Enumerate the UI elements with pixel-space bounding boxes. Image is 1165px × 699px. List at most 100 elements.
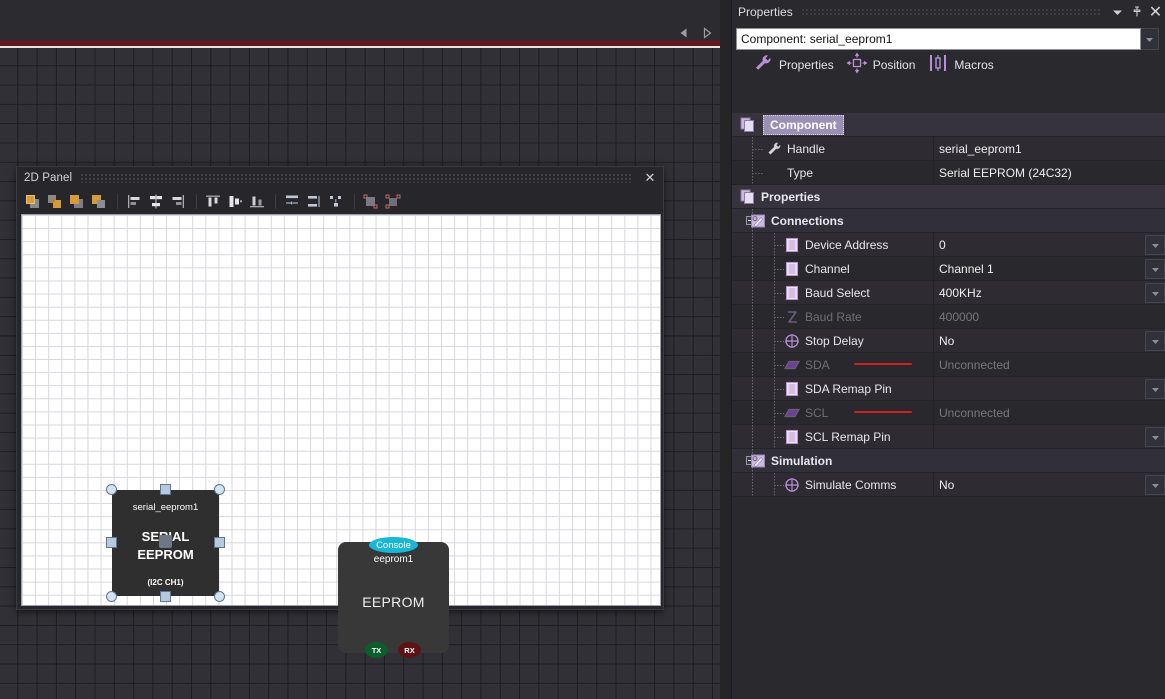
property-row[interactable]: Handle serial_eeprom1 bbox=[732, 136, 1165, 161]
property-row[interactable]: Channel Channel 1 bbox=[732, 256, 1165, 281]
property-group-row[interactable]: Connections bbox=[732, 208, 1165, 233]
property-label: Baud Rate bbox=[805, 309, 862, 324]
group-objects-icon[interactable] bbox=[361, 192, 381, 211]
property-section-row[interactable]: Properties bbox=[732, 185, 1165, 209]
property-dropdown-icon[interactable] bbox=[1145, 475, 1165, 495]
property-dropdown-icon[interactable] bbox=[1145, 259, 1165, 279]
property-value-cell[interactable]: No bbox=[933, 473, 1165, 497]
property-value-cell[interactable] bbox=[933, 425, 1165, 449]
align-left-icon[interactable] bbox=[124, 192, 144, 211]
properties-drag-grip[interactable] bbox=[800, 7, 1100, 17]
resize-handle-middle-right[interactable] bbox=[214, 537, 225, 548]
property-section-row[interactable]: Component bbox=[732, 113, 1165, 137]
property-value: Unconnected bbox=[939, 358, 1010, 372]
property-row[interactable]: SCL Remap Pin bbox=[732, 424, 1165, 449]
ungroup-objects-icon[interactable] bbox=[383, 192, 403, 211]
property-row[interactable]: SDA Remap Pin bbox=[732, 376, 1165, 401]
bring-forward-icon[interactable] bbox=[67, 192, 87, 211]
nav-next-icon[interactable] bbox=[700, 26, 714, 40]
tab-macros[interactable]: Macros bbox=[923, 52, 997, 79]
panel-close-icon[interactable]: ✕ bbox=[1146, 2, 1165, 22]
2d-panel-titlebar[interactable]: 2D Panel ✕ bbox=[17, 167, 663, 189]
nav-prev-icon[interactable] bbox=[677, 26, 691, 40]
circle-plus-icon bbox=[784, 477, 800, 493]
resize-handle-bottom-right[interactable] bbox=[214, 591, 225, 602]
resize-handle-top-right[interactable] bbox=[214, 484, 225, 495]
property-row[interactable]: Stop Delay No bbox=[732, 328, 1165, 353]
property-value-cell[interactable]: Unconnected bbox=[933, 353, 1165, 377]
property-row[interactable]: Device Address 0 bbox=[732, 232, 1165, 257]
align-bottom-icon[interactable] bbox=[247, 192, 267, 211]
circle-plus-icon bbox=[784, 333, 800, 349]
property-value: 400KHz bbox=[939, 286, 982, 300]
property-dropdown-icon[interactable] bbox=[1145, 379, 1165, 399]
distribute-horizontal-icon[interactable] bbox=[282, 192, 302, 211]
send-backward-icon[interactable] bbox=[89, 192, 109, 211]
property-label: SDA Remap Pin bbox=[805, 381, 892, 396]
property-value-cell[interactable]: Channel 1 bbox=[933, 257, 1165, 281]
property-row[interactable]: SCL Unconnected bbox=[732, 400, 1165, 425]
send-to-back-icon[interactable] bbox=[45, 192, 65, 211]
component-center-handle[interactable] bbox=[159, 535, 172, 548]
resize-handle-bottom-left[interactable] bbox=[106, 591, 117, 602]
property-group-row[interactable]: Simulation bbox=[732, 448, 1165, 473]
console-title-label: EEPROM bbox=[362, 594, 425, 610]
panel-pin-icon[interactable] bbox=[1127, 2, 1146, 22]
property-row[interactable]: Baud Select 400KHz bbox=[732, 280, 1165, 305]
property-dropdown-icon[interactable] bbox=[1145, 235, 1165, 255]
property-value-cell[interactable]: No bbox=[933, 329, 1165, 353]
component-eeprom1-console[interactable]: Console eeprom1 EEPROM TX RX bbox=[338, 537, 449, 658]
align-middle-vertical-icon[interactable] bbox=[225, 192, 245, 211]
main-design-area: 2D Panel ✕ serial_eeprom1 EEPROM (I2C CH… bbox=[0, 0, 720, 699]
parallelogram-icon bbox=[783, 405, 801, 421]
z-icon bbox=[784, 309, 800, 325]
resize-handle-middle-left[interactable] bbox=[106, 537, 117, 548]
toolbar-separator bbox=[275, 193, 276, 209]
align-center-horizontal-icon[interactable] bbox=[146, 192, 166, 211]
selected-section-highlight[interactable]: Component bbox=[763, 114, 844, 135]
component-selector-dropdown-icon[interactable] bbox=[1141, 28, 1159, 50]
tab-properties[interactable]: Properties bbox=[748, 52, 838, 79]
application-window: 2D Panel ✕ serial_eeprom1 EEPROM (I2C CH… bbox=[0, 0, 1165, 699]
property-value-cell[interactable]: 400000 bbox=[933, 305, 1165, 329]
align-top-icon[interactable] bbox=[203, 192, 223, 211]
led-tx: TX bbox=[365, 642, 388, 658]
space-evenly-icon[interactable] bbox=[326, 192, 346, 211]
property-label-cell: Component bbox=[732, 113, 933, 137]
wrench-icon bbox=[752, 52, 774, 79]
resize-handle-top-center[interactable] bbox=[160, 484, 171, 495]
2d-panel-drag-grip[interactable] bbox=[80, 173, 631, 183]
property-label: Component bbox=[770, 117, 837, 132]
unconnected-wire-indicator bbox=[854, 411, 912, 413]
resize-handle-bottom-center[interactable] bbox=[160, 591, 171, 602]
property-value-cell[interactable]: serial_eeprom1 bbox=[933, 137, 1165, 161]
property-label-cell: SDA Remap Pin bbox=[732, 376, 933, 401]
property-dropdown-icon[interactable] bbox=[1145, 427, 1165, 447]
properties-tabs: Properties Position Macros bbox=[732, 50, 1165, 80]
component-selector-input[interactable] bbox=[736, 28, 1141, 50]
property-value-cell[interactable]: 400KHz bbox=[933, 281, 1165, 305]
console-badge[interactable]: Console bbox=[369, 537, 418, 553]
tab-position[interactable]: Position bbox=[842, 52, 920, 79]
bring-to-front-icon[interactable] bbox=[23, 192, 43, 211]
property-value-cell[interactable]: Unconnected bbox=[933, 401, 1165, 425]
2d-panel-canvas[interactable]: serial_eeprom1 SERIAL EEPROM (I2C CH1) bbox=[21, 214, 661, 658]
distribute-vertical-icon[interactable] bbox=[304, 192, 324, 211]
align-right-icon[interactable] bbox=[168, 192, 188, 211]
panel-menu-chevron-down-icon[interactable] bbox=[1108, 2, 1127, 22]
property-value-cell[interactable]: 0 bbox=[933, 233, 1165, 257]
property-dropdown-icon[interactable] bbox=[1145, 331, 1165, 351]
resize-handle-top-left[interactable] bbox=[106, 484, 117, 495]
2d-panel-close-icon[interactable]: ✕ bbox=[639, 168, 661, 188]
property-row[interactable]: Type Serial EEPROM (24C32) bbox=[732, 160, 1165, 185]
property-label-cell: Simulation bbox=[732, 448, 933, 473]
property-row[interactable]: Simulate Comms No bbox=[732, 472, 1165, 497]
property-value-cell[interactable]: Serial EEPROM (24C32) bbox=[933, 161, 1165, 185]
properties-grid: Component Handle serial_eeprom1 Type Serial … bbox=[732, 113, 1165, 699]
property-row[interactable]: Baud Rate 400000 bbox=[732, 304, 1165, 329]
property-value-cell[interactable] bbox=[933, 377, 1165, 401]
component-serial-eeprom1[interactable]: serial_eeprom1 SERIAL EEPROM (I2C CH1) bbox=[106, 484, 225, 602]
property-dropdown-icon[interactable] bbox=[1145, 283, 1165, 303]
property-row[interactable]: SDA Unconnected bbox=[732, 352, 1165, 377]
property-value: Channel 1 bbox=[939, 262, 994, 276]
